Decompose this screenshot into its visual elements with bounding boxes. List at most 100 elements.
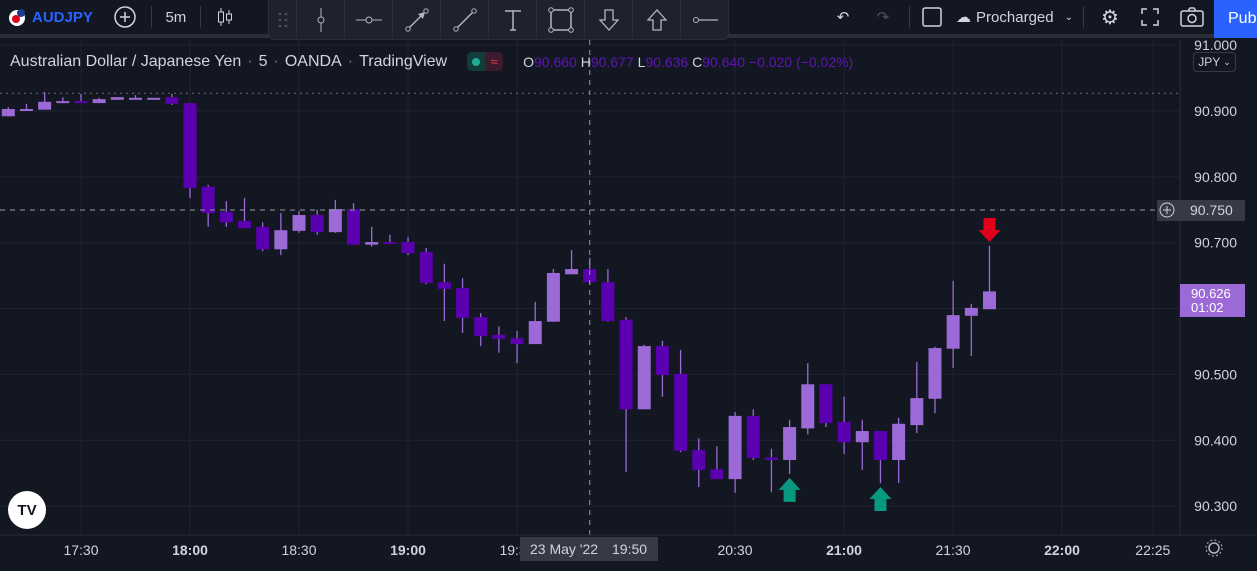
time-tick-label: 18:00 <box>172 542 208 558</box>
candlestick-chart[interactable]: 91.000 90.900 90.800 90.700 90.500 90.400 90.3… <box>0 0 1257 571</box>
currency-selector[interactable]: JPY ⌄ <box>1193 52 1236 72</box>
candle-bear <box>692 450 706 470</box>
candle-bear <box>873 431 887 461</box>
compare-plus-icon[interactable] <box>105 0 145 36</box>
candle-bear <box>764 457 778 461</box>
last-price: 90.626 <box>1191 286 1231 301</box>
candle-bear <box>256 226 270 250</box>
publish-button[interactable]: Pub <box>1214 0 1257 38</box>
sell-signal-arrow-icon <box>978 217 1001 242</box>
candle-bear <box>165 97 179 104</box>
candle-bull <box>1 109 15 117</box>
candle-bear <box>655 346 669 376</box>
price-tick-label: 90.900 <box>1194 103 1237 119</box>
candle-bear <box>746 415 760 459</box>
rectangle-tool-icon[interactable] <box>536 0 584 40</box>
candle-bull <box>328 209 342 233</box>
candle-bull <box>19 109 33 112</box>
candle-bear <box>238 220 252 229</box>
redo-icon[interactable]: ↷ <box>863 0 903 36</box>
candle-bull <box>110 97 124 100</box>
horizontal-ray-tool-icon[interactable] <box>680 0 728 40</box>
candle-bull <box>783 427 797 461</box>
tradingview-logo[interactable]: TV <box>8 491 46 529</box>
time-tick-label: 21:30 <box>935 542 970 558</box>
settings-gear-icon[interactable]: ⚙ <box>1090 0 1130 36</box>
candle-bear <box>601 282 615 322</box>
arrow-up-tool-icon[interactable] <box>632 0 680 40</box>
crosshair-date: 23 May '22 <box>530 541 598 557</box>
candle-bear <box>456 288 470 318</box>
market-status-badge[interactable]: ≈ <box>467 52 504 71</box>
time-tick-label: 22:00 <box>1044 542 1080 558</box>
ohlc-values: O90.660 H90.677 L90.636 C90.640 −0.020 (… <box>523 53 854 70</box>
candle-bull <box>637 346 651 410</box>
candle-bull <box>964 307 978 316</box>
time-tick-label: 21:00 <box>826 542 862 558</box>
time-tick-label: 20:30 <box>717 542 752 558</box>
candle-bear <box>201 186 215 214</box>
candle-bear <box>619 319 633 410</box>
buy-signal-arrow-icon <box>869 487 892 512</box>
layout-square-icon[interactable] <box>916 0 948 36</box>
chart-legend: Australian Dollar / Japanese Yen · 5 · OAN… <box>10 52 854 71</box>
candle-bear <box>437 282 451 289</box>
candle-bull <box>56 101 70 104</box>
market-open-dot-icon <box>472 57 481 66</box>
candle-bull <box>728 415 742 480</box>
candle-bear <box>510 338 524 345</box>
candle-bull <box>128 97 142 100</box>
crosshair-time: 19:50 <box>612 541 647 557</box>
fullscreen-icon[interactable] <box>1130 0 1170 36</box>
symbol-search-button[interactable]: AUDJPY <box>32 9 93 26</box>
drawing-toolbar <box>268 0 729 40</box>
time-tick-label: 17:30 <box>63 542 98 558</box>
flag-icon <box>8 0 26 36</box>
drag-handle-icon[interactable] <box>269 0 296 40</box>
horizontal-line-tool-icon[interactable] <box>344 0 392 40</box>
time-tick-label: 18:30 <box>281 542 316 558</box>
layout-save-button[interactable]: ☁ Procharged ⌄ <box>956 0 1073 36</box>
vertical-line-tool-icon[interactable] <box>296 0 344 40</box>
price-tick-label: 90.800 <box>1194 169 1237 185</box>
legend-source: TradingView <box>359 52 448 70</box>
undo-icon[interactable]: ↶ <box>823 0 863 36</box>
candles-chart-type-icon[interactable] <box>207 0 243 36</box>
candle-bull <box>147 97 161 100</box>
time-tick-label: 22:25 <box>1135 542 1170 558</box>
trend-line-tool-icon[interactable] <box>440 0 488 40</box>
candle-bull <box>365 242 379 245</box>
text-tool-icon[interactable] <box>488 0 536 40</box>
candle-bear <box>419 251 433 283</box>
candle-bear <box>674 373 688 451</box>
buy-signal-arrow-icon <box>778 477 801 502</box>
candle-bull <box>292 215 306 231</box>
signals <box>778 217 1001 512</box>
interval-button[interactable]: 5m <box>158 0 194 36</box>
candles <box>1 91 996 493</box>
cloud-check-icon: ☁ <box>956 9 972 26</box>
price-tick-label: 91.000 <box>1194 37 1237 53</box>
candle-bull <box>528 321 542 345</box>
candle-bull <box>910 398 924 426</box>
price-tick-label: 90.300 <box>1194 498 1237 514</box>
candle-bear <box>183 103 197 189</box>
candle-bull <box>982 291 996 310</box>
symbol-title[interactable]: Australian Dollar / Japanese Yen <box>10 53 241 71</box>
legend-interval: 5 <box>258 52 268 70</box>
candle-bull <box>801 384 815 429</box>
candle-bear <box>347 209 361 245</box>
legend-exchange: OANDA <box>284 52 342 70</box>
candle-bear <box>492 334 506 339</box>
candle-bear <box>74 101 88 104</box>
candle-bull <box>855 431 869 443</box>
time-tick-label: 19:00 <box>390 542 426 558</box>
candle-bull <box>565 269 579 275</box>
camera-snapshot-icon[interactable] <box>1170 0 1214 36</box>
candle-bear <box>310 215 324 233</box>
arrow-down-tool-icon[interactable] <box>584 0 632 40</box>
candle-bull <box>892 423 906 461</box>
price-tick-label: 90.500 <box>1194 366 1237 382</box>
arrow-tool-icon[interactable] <box>392 0 440 40</box>
candle-bear <box>401 242 415 254</box>
